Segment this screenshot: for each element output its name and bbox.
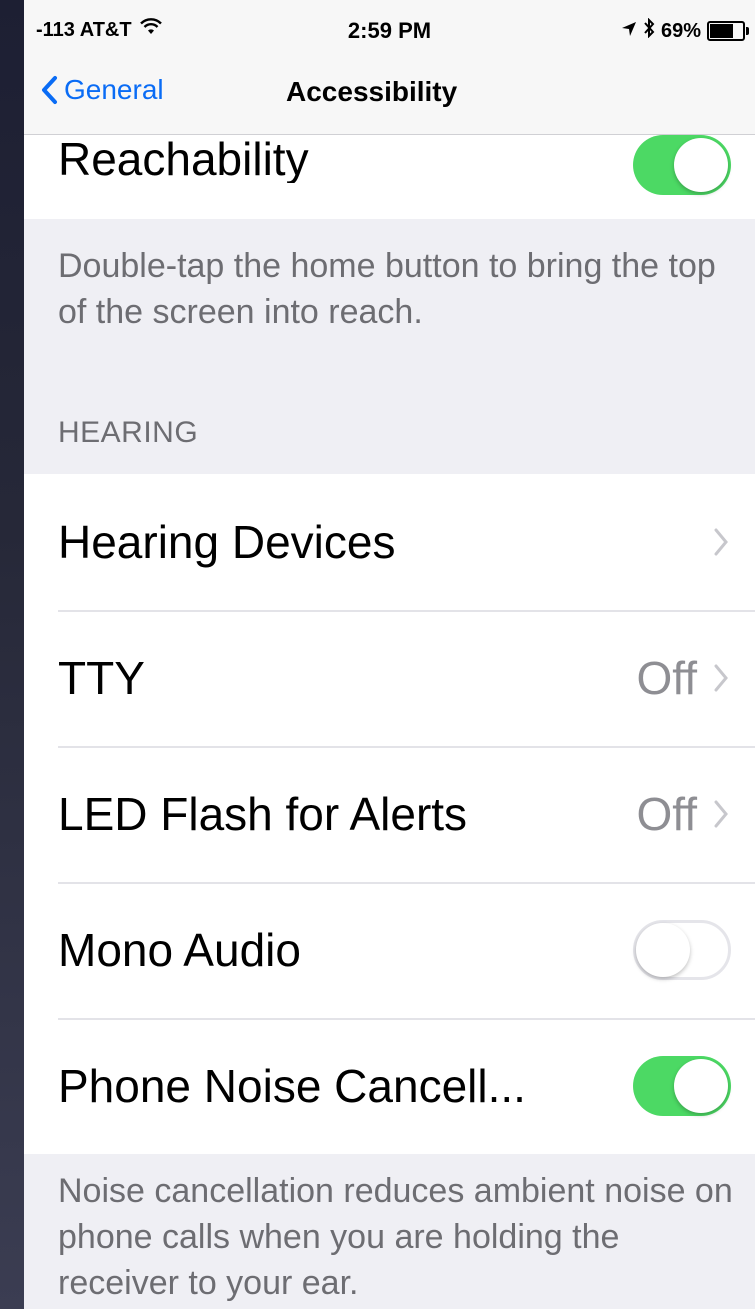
page-title: Accessibility <box>286 76 458 107</box>
battery-percent: 69% <box>660 19 701 42</box>
reachability-toggle[interactable] <box>633 135 731 195</box>
chevron-left-icon <box>42 76 57 104</box>
back-button-label: General <box>64 74 164 105</box>
status-right: 69% <box>621 17 749 44</box>
list-item-led-flash[interactable]: LED Flash for Alerts Off <box>24 746 755 882</box>
list-item-mono-audio[interactable]: Mono Audio <box>24 882 755 1018</box>
hearing-devices-label: Hearing Devices <box>58 516 396 568</box>
reachability-group: Reachability <box>24 135 755 219</box>
hearing-section-header: HEARING <box>58 416 199 449</box>
status-bar: -113 AT&T 2:59 PM 69% <box>24 0 755 62</box>
toggle-knob <box>674 138 728 192</box>
location-arrow-icon <box>621 20 637 43</box>
tty-label: TTY <box>58 652 145 704</box>
list-item-hearing-devices[interactable]: Hearing Devices <box>24 474 755 610</box>
toggle-knob <box>674 1059 728 1113</box>
toggle-knob <box>636 923 690 977</box>
tty-value: Off <box>636 652 697 704</box>
reachability-footer: Double-tap the home button to bring the … <box>58 247 716 331</box>
chevron-right-icon <box>714 528 728 556</box>
phone-noise-cancellation-toggle[interactable] <box>633 1056 731 1116</box>
mono-audio-toggle[interactable] <box>633 920 731 980</box>
phone-noise-cancellation-label: Phone Noise Cancell... <box>58 1060 526 1112</box>
list-item-tty[interactable]: TTY Off <box>24 610 755 746</box>
battery-fill <box>710 24 734 38</box>
settings-screen: -113 AT&T 2:59 PM 69% General Accessibil… <box>24 0 755 1309</box>
battery-tip <box>746 27 749 35</box>
battery-icon <box>707 21 749 41</box>
led-flash-label: LED Flash for Alerts <box>58 788 468 840</box>
chevron-right-icon <box>714 800 728 828</box>
chevron-right-icon <box>714 664 728 692</box>
reachability-cell[interactable]: Reachability <box>24 135 755 219</box>
bluetooth-icon <box>643 17 655 44</box>
reachability-label: Reachability <box>58 135 309 183</box>
led-flash-value: Off <box>636 788 697 840</box>
list-item-phone-noise-cancellation[interactable]: Phone Noise Cancell... <box>24 1018 755 1154</box>
back-button[interactable]: General <box>40 74 164 106</box>
mono-audio-label: Mono Audio <box>58 924 301 976</box>
noise-cancellation-footer: Noise cancellation reduces ambient noise… <box>58 1172 733 1302</box>
navigation-bar: General Accessibility <box>24 62 755 135</box>
hearing-group: Hearing Devices TTY Off LED Flash for Al… <box>24 474 755 1154</box>
